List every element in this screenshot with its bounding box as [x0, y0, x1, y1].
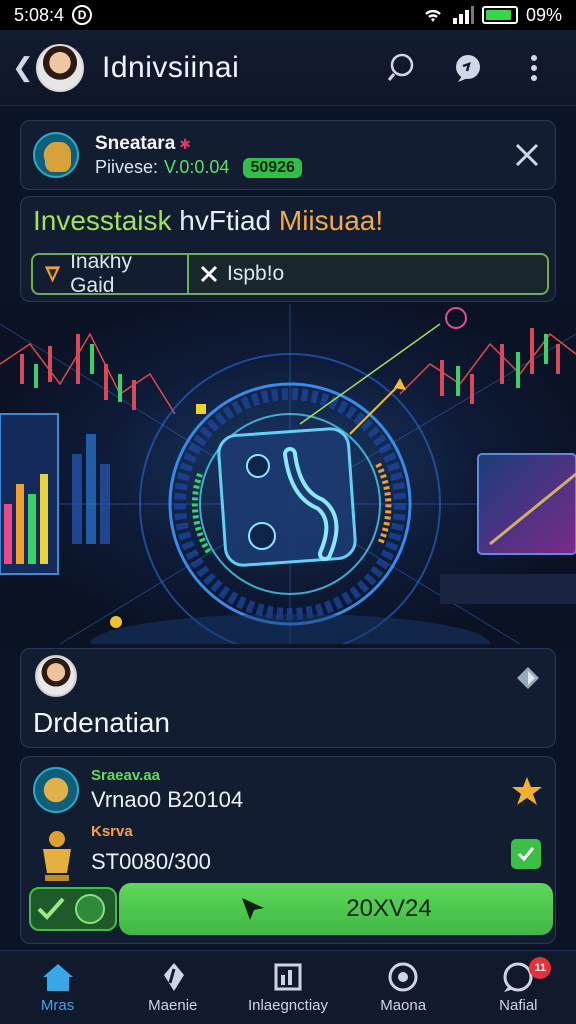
diamond-icon[interactable]	[515, 665, 541, 691]
search-icon[interactable]	[384, 50, 420, 86]
profile-card: Sneatara ✱ Piivese: V.0:0.04 50926	[20, 120, 556, 190]
app-bar: ❮ Idnivsiinai	[0, 30, 576, 106]
cross-arrows-icon	[200, 265, 218, 283]
nav-item-leaf[interactable]: Maenie	[118, 961, 228, 1014]
battery-icon	[481, 6, 518, 24]
version-badge: 50926	[243, 157, 302, 178]
notification-badge: 11	[529, 957, 552, 979]
chart-icon	[274, 963, 302, 991]
toggle-switch[interactable]	[29, 887, 117, 931]
confirm-button[interactable]: 20XV24	[119, 883, 553, 935]
profile-name: Sneatara ✱	[95, 133, 192, 154]
hero-illustration	[0, 304, 576, 644]
check-icon[interactable]	[511, 839, 541, 869]
row1-label: Sraeav.aa	[91, 767, 160, 784]
row2-label: Ksrva	[91, 823, 133, 840]
nav-item-chart[interactable]: Inlaegnctiay	[233, 961, 343, 1014]
segment-option-1[interactable]: Inakhy Gaid	[33, 255, 189, 293]
nav-item-target[interactable]: Maona	[348, 961, 458, 1014]
segment-option-2[interactable]: Ispb!o	[189, 255, 547, 293]
cursor-arrow-icon	[242, 898, 265, 920]
invest-card: Invesstaisk hvFtiad Miisuaa! Inakhy Gaid…	[20, 196, 556, 302]
emblem-icon	[33, 132, 79, 178]
leaf-icon	[163, 963, 184, 991]
row2-value: ST0080/300	[91, 849, 211, 874]
nav-item-chat[interactable]: 11 Nafial	[463, 957, 573, 1014]
nav-item-home[interactable]: Mras	[3, 961, 113, 1014]
invest-title: Invesstaisk hvFtiad Miisuaa!	[33, 205, 384, 236]
more-options-icon[interactable]	[516, 50, 552, 86]
star-icon[interactable]	[511, 775, 543, 807]
notification-icon: D	[72, 5, 93, 25]
trade-card: Sraeav.aa Vrnao0 B20104 Ksrva ST0080/300…	[20, 756, 556, 944]
wifi-icon	[425, 9, 441, 22]
page-title: Idnivsiinai	[102, 50, 240, 84]
back-button[interactable]: ❮	[12, 52, 34, 83]
profile-version: Piivese: V.0:0.04 50926	[95, 157, 302, 178]
home-icon	[42, 964, 73, 991]
signal-icon	[452, 6, 474, 24]
trophy-icon	[35, 827, 79, 883]
chat-bubble-icon[interactable]	[450, 50, 486, 86]
row1-value: Vrnao0 B20104	[91, 787, 244, 812]
battery-percent: 09%	[525, 4, 562, 25]
target-icon	[388, 962, 418, 992]
section-card: Drdenatian	[20, 648, 556, 748]
section-title: Drdenatian	[33, 707, 170, 738]
bottom-nav: Mras Maenie Inlaegnctiay Maona 11 Nafial	[0, 950, 576, 1024]
avatar[interactable]	[36, 43, 84, 92]
status-time: 5:08:4	[14, 4, 65, 25]
status-bar: 5:08:4 D 09%	[0, 0, 576, 30]
checkmark-icon	[37, 897, 65, 920]
segment-control: Inakhy Gaid Ispb!o	[31, 253, 549, 295]
close-icon[interactable]	[511, 139, 543, 171]
avatar[interactable]	[35, 655, 77, 697]
shield-icon	[44, 266, 61, 283]
emblem-icon	[33, 767, 79, 813]
